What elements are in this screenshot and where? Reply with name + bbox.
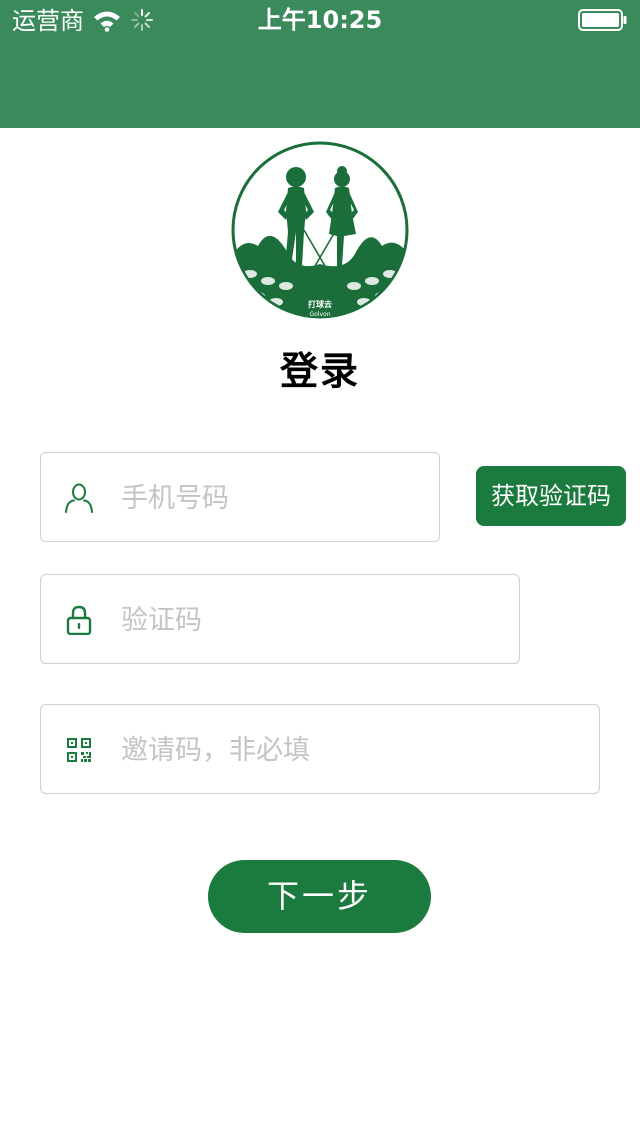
- user-icon: [65, 483, 93, 513]
- get-code-button[interactable]: 获取验证码: [476, 466, 626, 526]
- invite-code-input[interactable]: [121, 725, 581, 775]
- app-logo: 打球去 Golvon: [231, 141, 409, 319]
- logo-text-en: Golvon: [309, 311, 330, 318]
- logo-text-cn: 打球去: [308, 299, 332, 309]
- verification-code-field[interactable]: [40, 574, 520, 664]
- page-title: 登录: [279, 349, 360, 393]
- header-bar: 运营商 上午10:25: [0, 0, 640, 128]
- invite-code-field[interactable]: [40, 704, 600, 794]
- lock-icon: [66, 605, 92, 635]
- battery-icon: [578, 9, 627, 31]
- status-bar: 运营商 上午10:25: [0, 0, 640, 40]
- qr-code-icon: [67, 738, 91, 762]
- phone-field[interactable]: [40, 452, 440, 542]
- status-time: 上午10:25: [257, 6, 383, 34]
- verification-code-input[interactable]: [121, 595, 501, 645]
- phone-input[interactable]: [121, 473, 421, 523]
- next-step-button[interactable]: 下一步: [208, 860, 431, 933]
